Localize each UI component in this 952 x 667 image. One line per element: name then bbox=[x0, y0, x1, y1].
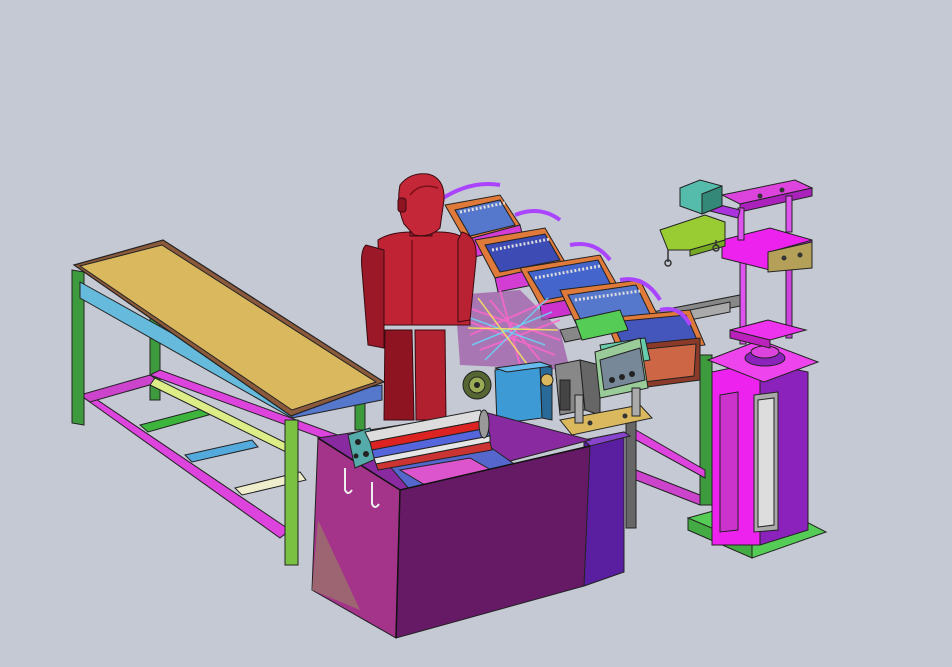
assembly-drawing bbox=[71, 173, 828, 639]
cad-viewport bbox=[0, 0, 952, 667]
hanging-bracket bbox=[659, 179, 726, 267]
